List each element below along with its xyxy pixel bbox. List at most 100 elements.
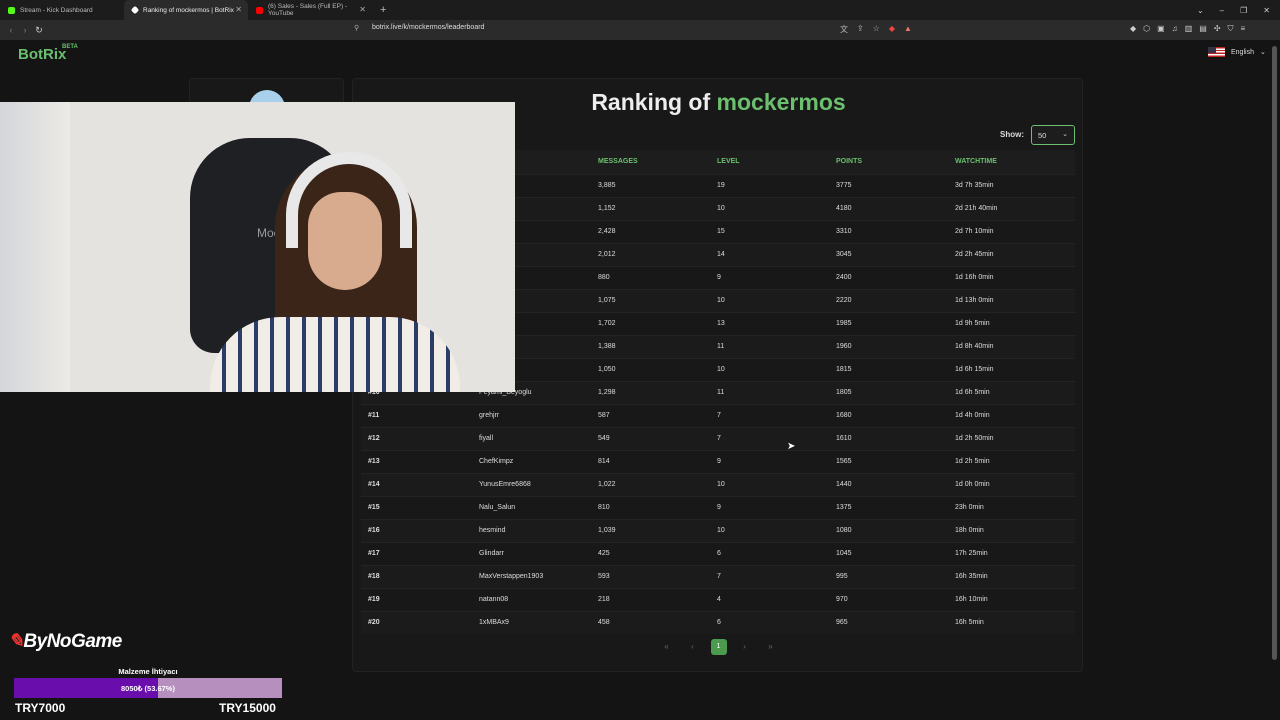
curtain — [0, 102, 70, 392]
back-icon[interactable]: ‹ — [4, 25, 18, 35]
cell-messages: 1,022 — [598, 472, 717, 496]
page-button-current[interactable]: 1 — [710, 639, 727, 655]
cell-points: 1610 — [836, 426, 955, 450]
cell-level: 11 — [717, 334, 836, 358]
wallet-card-icon[interactable]: ▤ — [1199, 24, 1207, 34]
cell-name[interactable]: 1xMBAx9 — [479, 610, 598, 634]
cell-points: 1805 — [836, 380, 955, 404]
chevron-down-icon: ⌄ — [1062, 131, 1068, 138]
cell-messages: 1,050 — [598, 357, 717, 381]
webcam-feed: Moc — [0, 102, 515, 392]
chevron-down-icon: ⌄ — [1259, 49, 1266, 56]
site-info-icon[interactable]: ⚲ — [354, 24, 359, 32]
table-row: #16 hesmind 1,039 10 1080 18h 0min — [361, 518, 1075, 542]
cell-messages: 587 — [598, 403, 717, 427]
cell-name[interactable]: MaxVerstappen1903 — [479, 564, 598, 588]
cell-watchtime: 1d 4h 0min — [955, 403, 1075, 427]
rewards-icon[interactable]: ▲ — [904, 24, 912, 35]
cell-watchtime: 2d 21h 40min — [955, 196, 1075, 220]
cell-name[interactable]: ChefKimpz — [479, 449, 598, 473]
cell-messages: 3,885 — [598, 173, 717, 197]
cell-level: 15 — [717, 219, 836, 243]
cell-name[interactable]: Glindarr — [479, 541, 598, 565]
close-tab-icon[interactable]: ✕ — [359, 5, 366, 14]
menu-icon[interactable]: ≡ — [1241, 24, 1246, 34]
cell-messages: 458 — [598, 610, 717, 634]
cell-watchtime: 1d 16h 0min — [955, 265, 1075, 289]
page-scrollbar[interactable] — [1272, 46, 1277, 660]
cell-name[interactable]: Nalu_Salun — [479, 495, 598, 519]
first-page-icon[interactable]: « — [659, 639, 675, 655]
prev-page-icon[interactable]: ‹ — [685, 639, 701, 655]
close-tab-icon[interactable]: ✕ — [235, 5, 242, 14]
extension-icon[interactable]: ⬡ — [1143, 24, 1150, 34]
browser-tab-botrix[interactable]: Ranking of mockermos | BotRix ✕ — [124, 0, 248, 20]
table-row: #12 fiyall 549 7 1610 1d 2h 50min — [361, 426, 1075, 450]
wallet-icon[interactable]: ◆ — [1130, 24, 1136, 34]
cell-points: 995 — [836, 564, 955, 588]
brave-shield-icon[interactable]: ◆ — [889, 24, 895, 35]
reload-icon[interactable]: ↻ — [32, 25, 46, 36]
puzzle-icon[interactable]: ✣ — [1214, 24, 1221, 34]
cell-points: 3775 — [836, 173, 955, 197]
minimize-icon[interactable]: – — [1220, 6, 1224, 15]
forward-icon[interactable]: › — [18, 25, 32, 35]
cell-points: 3310 — [836, 219, 955, 243]
restore-icon[interactable]: ❐ — [1240, 6, 1247, 15]
title-prefix: Ranking of — [591, 89, 711, 115]
tab-label: (6) Sales - Sales (Full EP) - YouTube — [268, 3, 348, 17]
goal-min: TRY7000 — [15, 701, 66, 715]
col-watchtime[interactable]: WATCHTIME — [955, 150, 1075, 174]
cell-level: 9 — [717, 449, 836, 473]
cell-name[interactable]: grehjrr — [479, 403, 598, 427]
next-page-icon[interactable]: › — [737, 639, 753, 655]
browser-tab-kick[interactable]: Stream - Kick Dashboard — [0, 0, 124, 20]
cell-rank: #17 — [361, 541, 479, 565]
screenshot-icon[interactable]: ▣ — [1157, 24, 1165, 34]
col-points[interactable]: POINTS — [836, 150, 955, 174]
cell-name[interactable]: fiyall — [479, 426, 598, 450]
cell-name[interactable]: natann08 — [479, 587, 598, 611]
show-count-select[interactable]: 50 ⌄ — [1031, 125, 1075, 145]
cell-level: 10 — [717, 357, 836, 381]
botrix-icon — [130, 5, 140, 15]
cell-points: 1985 — [836, 311, 955, 335]
last-page-icon[interactable]: » — [763, 639, 779, 655]
translate-icon[interactable]: 文 — [840, 24, 848, 35]
cell-messages: 549 — [598, 426, 717, 450]
cell-level: 10 — [717, 288, 836, 312]
cell-rank: #19 — [361, 587, 479, 611]
music-icon[interactable]: ♫ — [1172, 24, 1178, 34]
language-selector[interactable]: English ⌄ — [1208, 47, 1266, 57]
cell-name[interactable]: YunusEmre6868 — [479, 472, 598, 496]
cell-name[interactable]: hesmind — [479, 518, 598, 542]
cell-points: 965 — [836, 610, 955, 634]
cell-level: 7 — [717, 403, 836, 427]
goal-max: TRY15000 — [219, 701, 276, 715]
url-field[interactable]: botrix.live/k/mockermos/leaderboard — [372, 24, 484, 31]
col-messages[interactable]: MESSAGES — [598, 150, 717, 174]
table-row: #17 Glindarr 425 6 1045 17h 25min — [361, 541, 1075, 565]
bookmark-icon[interactable]: ☆ — [873, 24, 880, 35]
sidebar-icon[interactable]: ▥ — [1185, 24, 1193, 34]
cell-watchtime: 23h 0min — [955, 495, 1075, 519]
language-label: English — [1231, 48, 1254, 56]
cell-watchtime: 16h 10min — [955, 587, 1075, 611]
cell-messages: 810 — [598, 495, 717, 519]
extensions-bar: ◆ ⬡ ▣ ♫ ▥ ▤ ✣ ⛉ ≡ — [1130, 24, 1245, 34]
new-tab-button[interactable]: + — [372, 4, 394, 16]
cell-points: 1960 — [836, 334, 955, 358]
chevron-down-icon[interactable]: ⌄ — [1197, 6, 1204, 15]
table-row: #20 1xMBAx9 458 6 965 16h 5min — [361, 610, 1075, 634]
sponsor-name: ByNoGame — [23, 631, 122, 652]
cell-points: 970 — [836, 587, 955, 611]
botrix-logo[interactable]: BotRix BETA — [18, 44, 78, 63]
vpn-icon[interactable]: ⛉ — [1228, 24, 1234, 34]
cell-rank: #15 — [361, 495, 479, 519]
close-icon[interactable]: ✕ — [1263, 6, 1270, 15]
browser-tab-youtube[interactable]: (6) Sales - Sales (Full EP) - YouTube ✕ — [248, 0, 372, 20]
cell-level: 14 — [717, 242, 836, 266]
cell-messages: 1,388 — [598, 334, 717, 358]
col-level[interactable]: LEVEL — [717, 150, 836, 174]
share-icon[interactable]: ⇪ — [857, 24, 864, 35]
